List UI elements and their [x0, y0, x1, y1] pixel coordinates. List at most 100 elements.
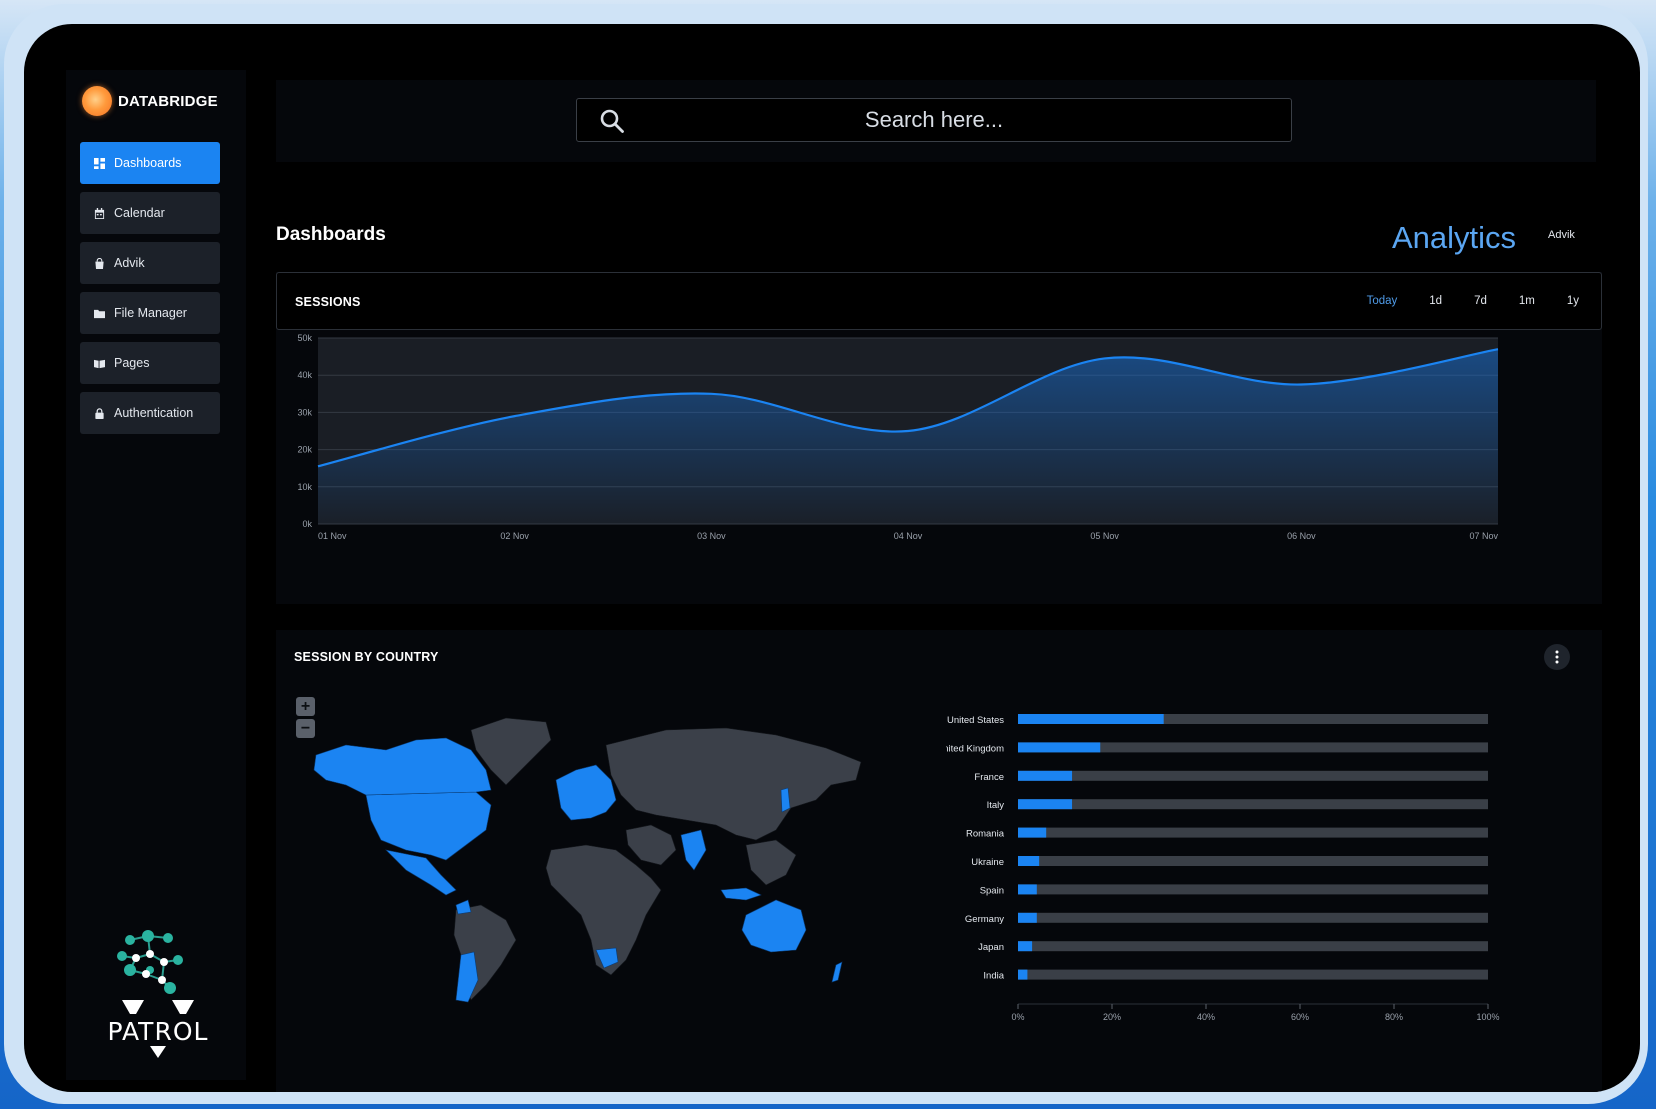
x-tick-label: 01 Nov [318, 531, 347, 541]
range-today[interactable]: Today [1367, 295, 1398, 307]
sidebar-nav: Dashboards Calendar Advik File Manager P… [80, 142, 220, 442]
map-japan [780, 787, 791, 813]
x-tick-label: 60% [1291, 1012, 1309, 1022]
sidebar-item-advik[interactable]: Advik [80, 242, 220, 284]
country-label: Romania [966, 829, 1005, 840]
user-link[interactable]: Advik [1548, 229, 1575, 241]
bar-track [1018, 884, 1488, 895]
x-tick-label: 02 Nov [500, 531, 529, 541]
folder-icon [94, 309, 105, 318]
map-middle-east [625, 824, 677, 866]
range-selector: Today 1d 7d 1m 1y [1335, 295, 1579, 307]
y-tick-label: 30k [297, 407, 312, 417]
section-title: Analytics [1392, 220, 1517, 255]
brand-name: DATABRIDGE [118, 92, 218, 110]
bar-track [1018, 941, 1488, 952]
sessions-card: SESSIONS Today 1d 7d 1m 1y 0k 10k 20k 30k 40… [276, 272, 1602, 604]
x-tick-label: 03 Nov [697, 531, 726, 541]
bar [1018, 770, 1073, 781]
x-tick-label: 20% [1103, 1012, 1121, 1022]
sessions-line-chart: 0k 10k 20k 30k 40k 50k 01 Nov 02 Nov 03 Nov 04 No… [297, 333, 1498, 541]
sidebar-item-authentication[interactable]: Authentication [80, 392, 220, 434]
bar [1018, 827, 1047, 838]
x-tick-label: 05 Nov [1090, 531, 1119, 541]
x-tick-label: 04 Nov [894, 531, 923, 541]
map-india [680, 829, 707, 871]
sidebar-item-label: File Manager [114, 306, 187, 320]
sidebar-item-label: Calendar [114, 206, 165, 220]
x-tick-label: 0% [1011, 1012, 1024, 1022]
bar [1018, 742, 1101, 753]
y-tick-label: 10k [297, 482, 312, 492]
map-usa [365, 791, 492, 861]
country-label: India [983, 971, 1004, 982]
x-tick-label: 06 Nov [1287, 531, 1316, 541]
top-bar [276, 80, 1596, 162]
country-label: Germany [965, 914, 1004, 925]
y-tick-label: 50k [297, 333, 312, 343]
tablet-frame: DATABRIDGE Dashboards Calendar Advik Fil… [4, 4, 1648, 1104]
search-bar [576, 98, 1292, 142]
y-tick-label: 20k [297, 445, 312, 455]
databridge-logo-icon [82, 86, 112, 116]
map-indonesia [720, 887, 762, 901]
pages-icon [94, 359, 105, 368]
bar-track [1018, 799, 1488, 810]
map-europe [555, 764, 617, 821]
range-7d[interactable]: 7d [1474, 295, 1487, 307]
world-map[interactable] [306, 700, 866, 1010]
more-options-button[interactable] [1544, 644, 1570, 670]
map-colombia [455, 899, 472, 915]
bar [1018, 714, 1164, 724]
bar-track [1018, 912, 1488, 923]
search-input[interactable] [577, 99, 1291, 141]
sidebar-item-label: Pages [114, 356, 150, 370]
y-tick-label: 0k [302, 519, 312, 529]
patrol-logo-text: PATROL [108, 1017, 209, 1046]
dashboard-icon [94, 157, 105, 169]
map-new-zealand [831, 961, 843, 983]
bar-track [1018, 969, 1488, 980]
x-tick-label: 80% [1385, 1012, 1403, 1022]
range-1d[interactable]: 1d [1429, 295, 1442, 307]
screen: DATABRIDGE Dashboards Calendar Advik Fil… [24, 24, 1640, 1092]
bar [1018, 884, 1037, 895]
session-by-country-card: SESSION BY COUNTRY + − United States ite… [276, 630, 1602, 1092]
sidebar-item-pages[interactable]: Pages [80, 342, 220, 384]
country-label: Ukraine [971, 857, 1004, 868]
sidebar: DATABRIDGE Dashboards Calendar Advik Fil… [66, 70, 246, 1080]
kebab-menu-icon [1555, 650, 1559, 664]
range-1y[interactable]: 1y [1567, 295, 1579, 307]
bar [1018, 856, 1040, 866]
search-icon[interactable] [599, 108, 625, 134]
brand-logo[interactable]: DATABRIDGE [82, 86, 218, 116]
country-bar-chart: United States United Kingdom France Italy Ro… [946, 714, 1500, 1022]
sidebar-item-label: Dashboards [114, 156, 182, 170]
sidebar-item-file-manager[interactable]: File Manager [80, 292, 220, 334]
x-tick-label: 07 Nov [1469, 531, 1498, 541]
patrol-logo: PATROL [108, 930, 209, 1058]
sidebar-item-calendar[interactable]: Calendar [80, 192, 220, 234]
country-title: SESSION BY COUNTRY [294, 650, 439, 664]
sidebar-item-label: Advik [114, 256, 145, 270]
country-label: United Kingdom [946, 743, 1004, 754]
map-australia [741, 899, 807, 953]
sessions-card-header: SESSIONS Today 1d 7d 1m 1y [276, 272, 1602, 330]
map-canada-alaska [313, 737, 492, 796]
country-label: United States [947, 715, 1004, 726]
sidebar-item-label: Authentication [114, 406, 194, 420]
bag-icon [95, 257, 104, 269]
page-title: Dashboards [276, 224, 386, 245]
x-tick-label: 40% [1197, 1012, 1215, 1022]
bar-track [1018, 856, 1488, 866]
range-1m[interactable]: 1m [1519, 295, 1535, 307]
lock-icon [95, 407, 104, 419]
y-tick-label: 40k [297, 370, 312, 380]
sidebar-item-dashboards[interactable]: Dashboards [80, 142, 220, 184]
bar [1018, 969, 1028, 980]
bar-track [1018, 827, 1488, 838]
sessions-title: SESSIONS [295, 295, 361, 309]
calendar-icon [94, 207, 105, 219]
country-label: Japan [978, 942, 1004, 953]
map-russia-asia [605, 727, 862, 841]
